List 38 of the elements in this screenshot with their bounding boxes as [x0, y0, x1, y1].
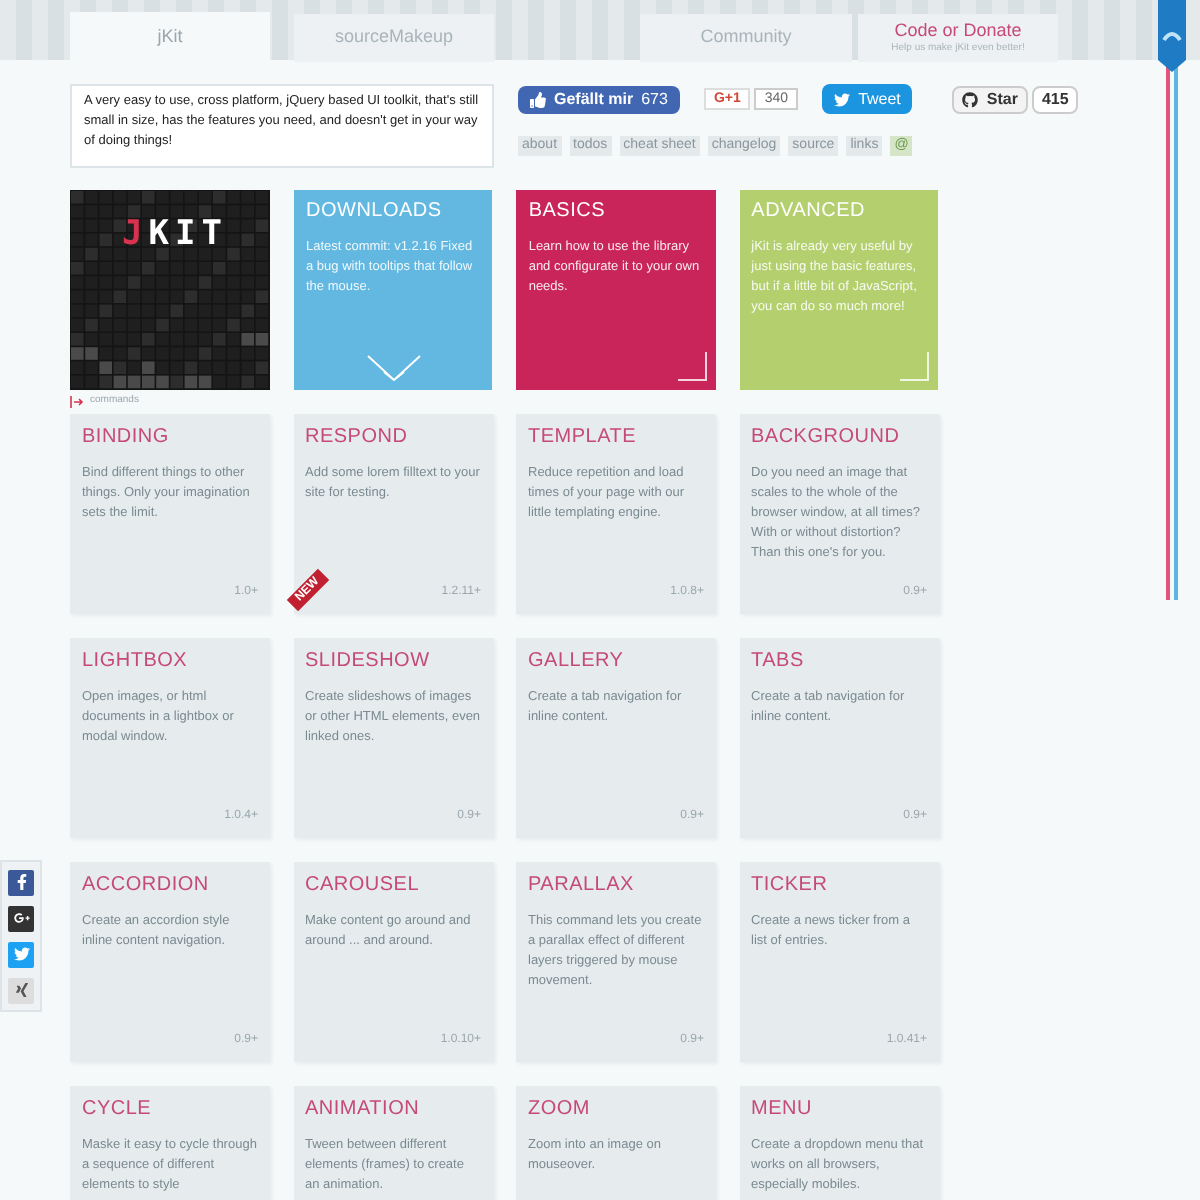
- command-title: TABS: [751, 648, 806, 676]
- command-title: ZOOM: [528, 1096, 592, 1124]
- tile-title: ADVANCED: [751, 198, 867, 226]
- like-button[interactable]: Gefällt mir 673: [518, 85, 680, 113]
- arrow-icon: [70, 396, 84, 408]
- ribbon-icon: [1158, 0, 1186, 72]
- tab-title: Code or Donate: [894, 19, 1022, 42]
- bird-icon: [834, 91, 851, 107]
- command-title: TEMPLATE: [528, 424, 639, 452]
- logo-text: J KIT: [122, 212, 228, 258]
- command-title: CYCLE: [82, 1096, 154, 1124]
- down-arrow-icon: [366, 354, 422, 382]
- github-icon: [962, 91, 979, 107]
- nav-tab[interactable]: jKit: [70, 12, 270, 62]
- star-button[interactable]: Star: [952, 85, 1028, 113]
- command-title: SLIDESHOW: [305, 648, 432, 676]
- thumbs-up-icon: [530, 91, 546, 107]
- share-icon[interactable]: [8, 977, 34, 1003]
- command-title: LIGHTBOX: [82, 648, 190, 676]
- tile-title: BASICS: [528, 198, 608, 226]
- tweet-button[interactable]: Tweet: [822, 84, 913, 114]
- google-plus-icon[interactable]: [8, 905, 34, 931]
- command-title: BACKGROUND: [751, 424, 902, 452]
- corner-fold-icon: [675, 350, 708, 382]
- star-count: 415: [1031, 85, 1079, 113]
- facebook-icon[interactable]: [8, 869, 34, 895]
- corner-fold-icon: [897, 350, 930, 382]
- command-title: PARALLAX: [528, 872, 636, 900]
- command-title: CAROUSEL: [305, 872, 422, 900]
- command-title: ANIMATION: [305, 1096, 422, 1124]
- twitter-icon[interactable]: [8, 941, 34, 967]
- command-title: RESPOND: [305, 424, 410, 452]
- command-title: MENU: [751, 1096, 814, 1124]
- tile-title: DOWNLOADS: [306, 198, 444, 226]
- command-title: BINDING: [82, 424, 171, 452]
- command-title: ACCORDION: [82, 872, 211, 900]
- command-title: TICKER: [751, 872, 830, 900]
- command-title: GALLERY: [528, 648, 626, 676]
